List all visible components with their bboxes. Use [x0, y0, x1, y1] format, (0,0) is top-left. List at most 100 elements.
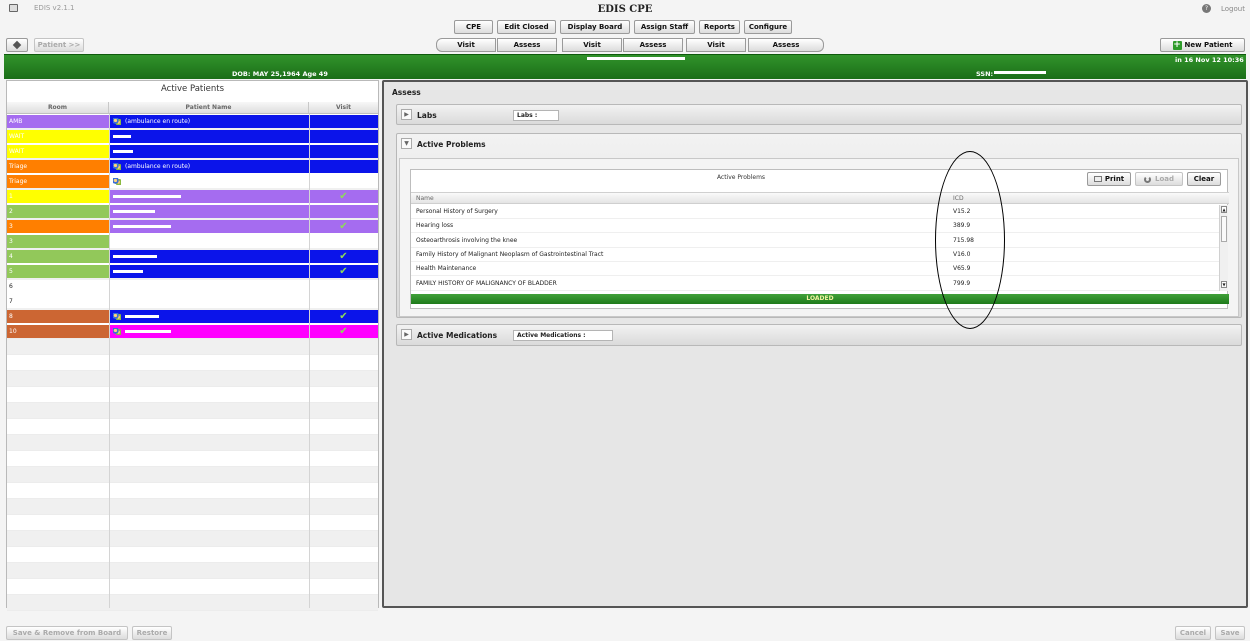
load-button[interactable]: Load: [1135, 172, 1183, 186]
active-medications-title: Active Medications: [417, 331, 498, 340]
room-cell: 4: [7, 250, 109, 263]
patient-row[interactable]: 8 ✔: [7, 310, 378, 323]
problems-scrollbar[interactable]: ▲ ▼: [1219, 205, 1228, 291]
col-name[interactable]: Name: [416, 195, 434, 202]
labs-expand-toggle[interactable]: ▶: [401, 109, 412, 120]
problem-row[interactable]: FAMILY HISTORY OF MALIGNANCY OF BLADDER 7…: [411, 277, 1219, 291]
arrival-time: in 16 Nov 12 10:36: [1175, 56, 1244, 64]
empty-grid-row: [7, 387, 378, 403]
active-medications-field[interactable]: Active Medications :: [513, 330, 613, 341]
patient-row[interactable]: Triage (ambulance en route): [7, 160, 378, 173]
room-cell: 2: [7, 205, 109, 218]
problem-row[interactable]: Personal History of Surgery V15.2: [411, 205, 1219, 219]
cancel-button[interactable]: Cancel: [1175, 626, 1211, 640]
room-cell: 6: [7, 280, 109, 293]
patient-row[interactable]: 2: [7, 205, 378, 218]
tab-assess-5[interactable]: Assess: [748, 38, 824, 52]
visit-cell: [309, 280, 378, 293]
clear-button[interactable]: Clear: [1187, 172, 1221, 186]
scroll-down-icon[interactable]: ▼: [1221, 281, 1227, 288]
visit-cell: ✔: [309, 325, 378, 338]
loaded-status-bar: LOADED: [411, 294, 1229, 304]
tab-visit-2[interactable]: Visit: [562, 38, 622, 52]
patient-name-cell: [109, 250, 309, 263]
menu-display-board-button[interactable]: Display Board: [560, 20, 630, 34]
active-medications-section: ▶ Active Medications Active Medications …: [396, 324, 1242, 346]
visit-cell: [309, 130, 378, 143]
room-cell: 5: [7, 265, 109, 278]
redacted-name: [125, 315, 159, 318]
tab-visit-4[interactable]: Visit: [686, 38, 746, 52]
problem-name: Hearing loss: [416, 222, 454, 230]
save-button[interactable]: Save: [1215, 626, 1245, 640]
labs-title: Labs: [417, 111, 437, 120]
col-name-header[interactable]: Patient Name: [109, 102, 309, 114]
patient-row[interactable]: 1 ✔: [7, 190, 378, 203]
patient-banner: DOB: MAY 25,1964 Age 49 SSN: in 16 Nov 1…: [4, 54, 1246, 79]
patient-row[interactable]: Triage: [7, 175, 378, 188]
col-visit-header[interactable]: Visit: [309, 102, 378, 114]
empty-grid-row: [7, 435, 378, 451]
menu-cpe-button[interactable]: CPE: [454, 20, 493, 34]
empty-grid-row: [7, 371, 378, 387]
new-patient-button[interactable]: + New Patient: [1160, 38, 1245, 52]
empty-grid-row: [7, 531, 378, 547]
problem-name: Osteoarthrosis involving the knee: [416, 236, 518, 244]
empty-grid-row: [7, 483, 378, 499]
help-icon[interactable]: ?: [1202, 4, 1211, 13]
patient-row[interactable]: WAIT: [7, 145, 378, 158]
patient-row[interactable]: 6: [7, 280, 378, 293]
patient-name-cell: [109, 295, 309, 308]
tab-assess-3[interactable]: Assess: [623, 38, 683, 52]
col-room-header[interactable]: Room: [7, 102, 109, 114]
tab-assess-1[interactable]: Assess: [497, 38, 557, 52]
medications-expand-toggle[interactable]: ▶: [401, 329, 412, 340]
check-icon: ✔: [339, 251, 348, 262]
check-icon: ✔: [339, 311, 348, 322]
patient-row[interactable]: AMB (ambulance en route): [7, 115, 378, 128]
patient-row[interactable]: 3 ✔: [7, 220, 378, 233]
patient-name-text: (ambulance en route): [125, 118, 191, 125]
labs-field[interactable]: Labs :: [513, 110, 559, 121]
patient-name-cell: [109, 235, 309, 248]
logout-link[interactable]: Logout: [1221, 5, 1245, 13]
problem-row[interactable]: Family History of Malignant Neoplasm of …: [411, 248, 1219, 262]
pin-icon: [12, 40, 22, 50]
room-cell: 3: [7, 220, 109, 233]
visit-cell: [309, 295, 378, 308]
menu-configure-button[interactable]: Configure: [744, 20, 792, 34]
printer-icon: [1093, 176, 1102, 182]
tab-visit-0[interactable]: Visit: [436, 38, 496, 52]
patient-row[interactable]: 5 ✔: [7, 265, 378, 278]
pin-button[interactable]: [6, 38, 28, 52]
menu-reports-button[interactable]: Reports: [699, 20, 740, 34]
patient-row[interactable]: 4 ✔: [7, 250, 378, 263]
visit-cell: [309, 235, 378, 248]
plus-icon: +: [1172, 39, 1182, 50]
patient-row[interactable]: WAIT: [7, 130, 378, 143]
visit-cell: [309, 115, 378, 128]
problems-table: Active Problems Print Load Clear Name IC…: [410, 169, 1229, 309]
patient-name-cell: [109, 265, 309, 278]
restore-button[interactable]: Restore: [132, 626, 172, 640]
patient-row[interactable]: 3: [7, 235, 378, 248]
menu-edit-closed-button[interactable]: Edit Closed: [497, 20, 556, 34]
problem-row[interactable]: Osteoarthrosis involving the knee 715.98: [411, 234, 1219, 248]
problem-row[interactable]: Health Maintenance V65.9: [411, 262, 1219, 277]
room-cell: Triage: [7, 175, 109, 188]
print-button[interactable]: Print: [1087, 172, 1131, 186]
patient-name-cell: [109, 190, 309, 203]
visit-cell: [309, 175, 378, 188]
problems-rows: Personal History of Surgery V15.2 Hearing …: [411, 205, 1219, 291]
problems-collapse-toggle[interactable]: ▼: [401, 138, 412, 149]
room-cell: WAIT: [7, 130, 109, 143]
menu-assign-staff-button[interactable]: Assign Staff: [634, 20, 695, 34]
patient-row[interactable]: 10 ✔: [7, 325, 378, 338]
save-remove-button[interactable]: Save & Remove from Board: [6, 626, 128, 640]
scroll-up-icon[interactable]: ▲: [1221, 206, 1227, 213]
patient-row[interactable]: 7: [7, 295, 378, 308]
scroll-thumb[interactable]: [1221, 216, 1227, 242]
problem-row[interactable]: Hearing loss 389.9: [411, 219, 1219, 234]
patient-next-button[interactable]: Patient >>: [34, 38, 84, 52]
check-icon: ✔: [339, 191, 348, 202]
